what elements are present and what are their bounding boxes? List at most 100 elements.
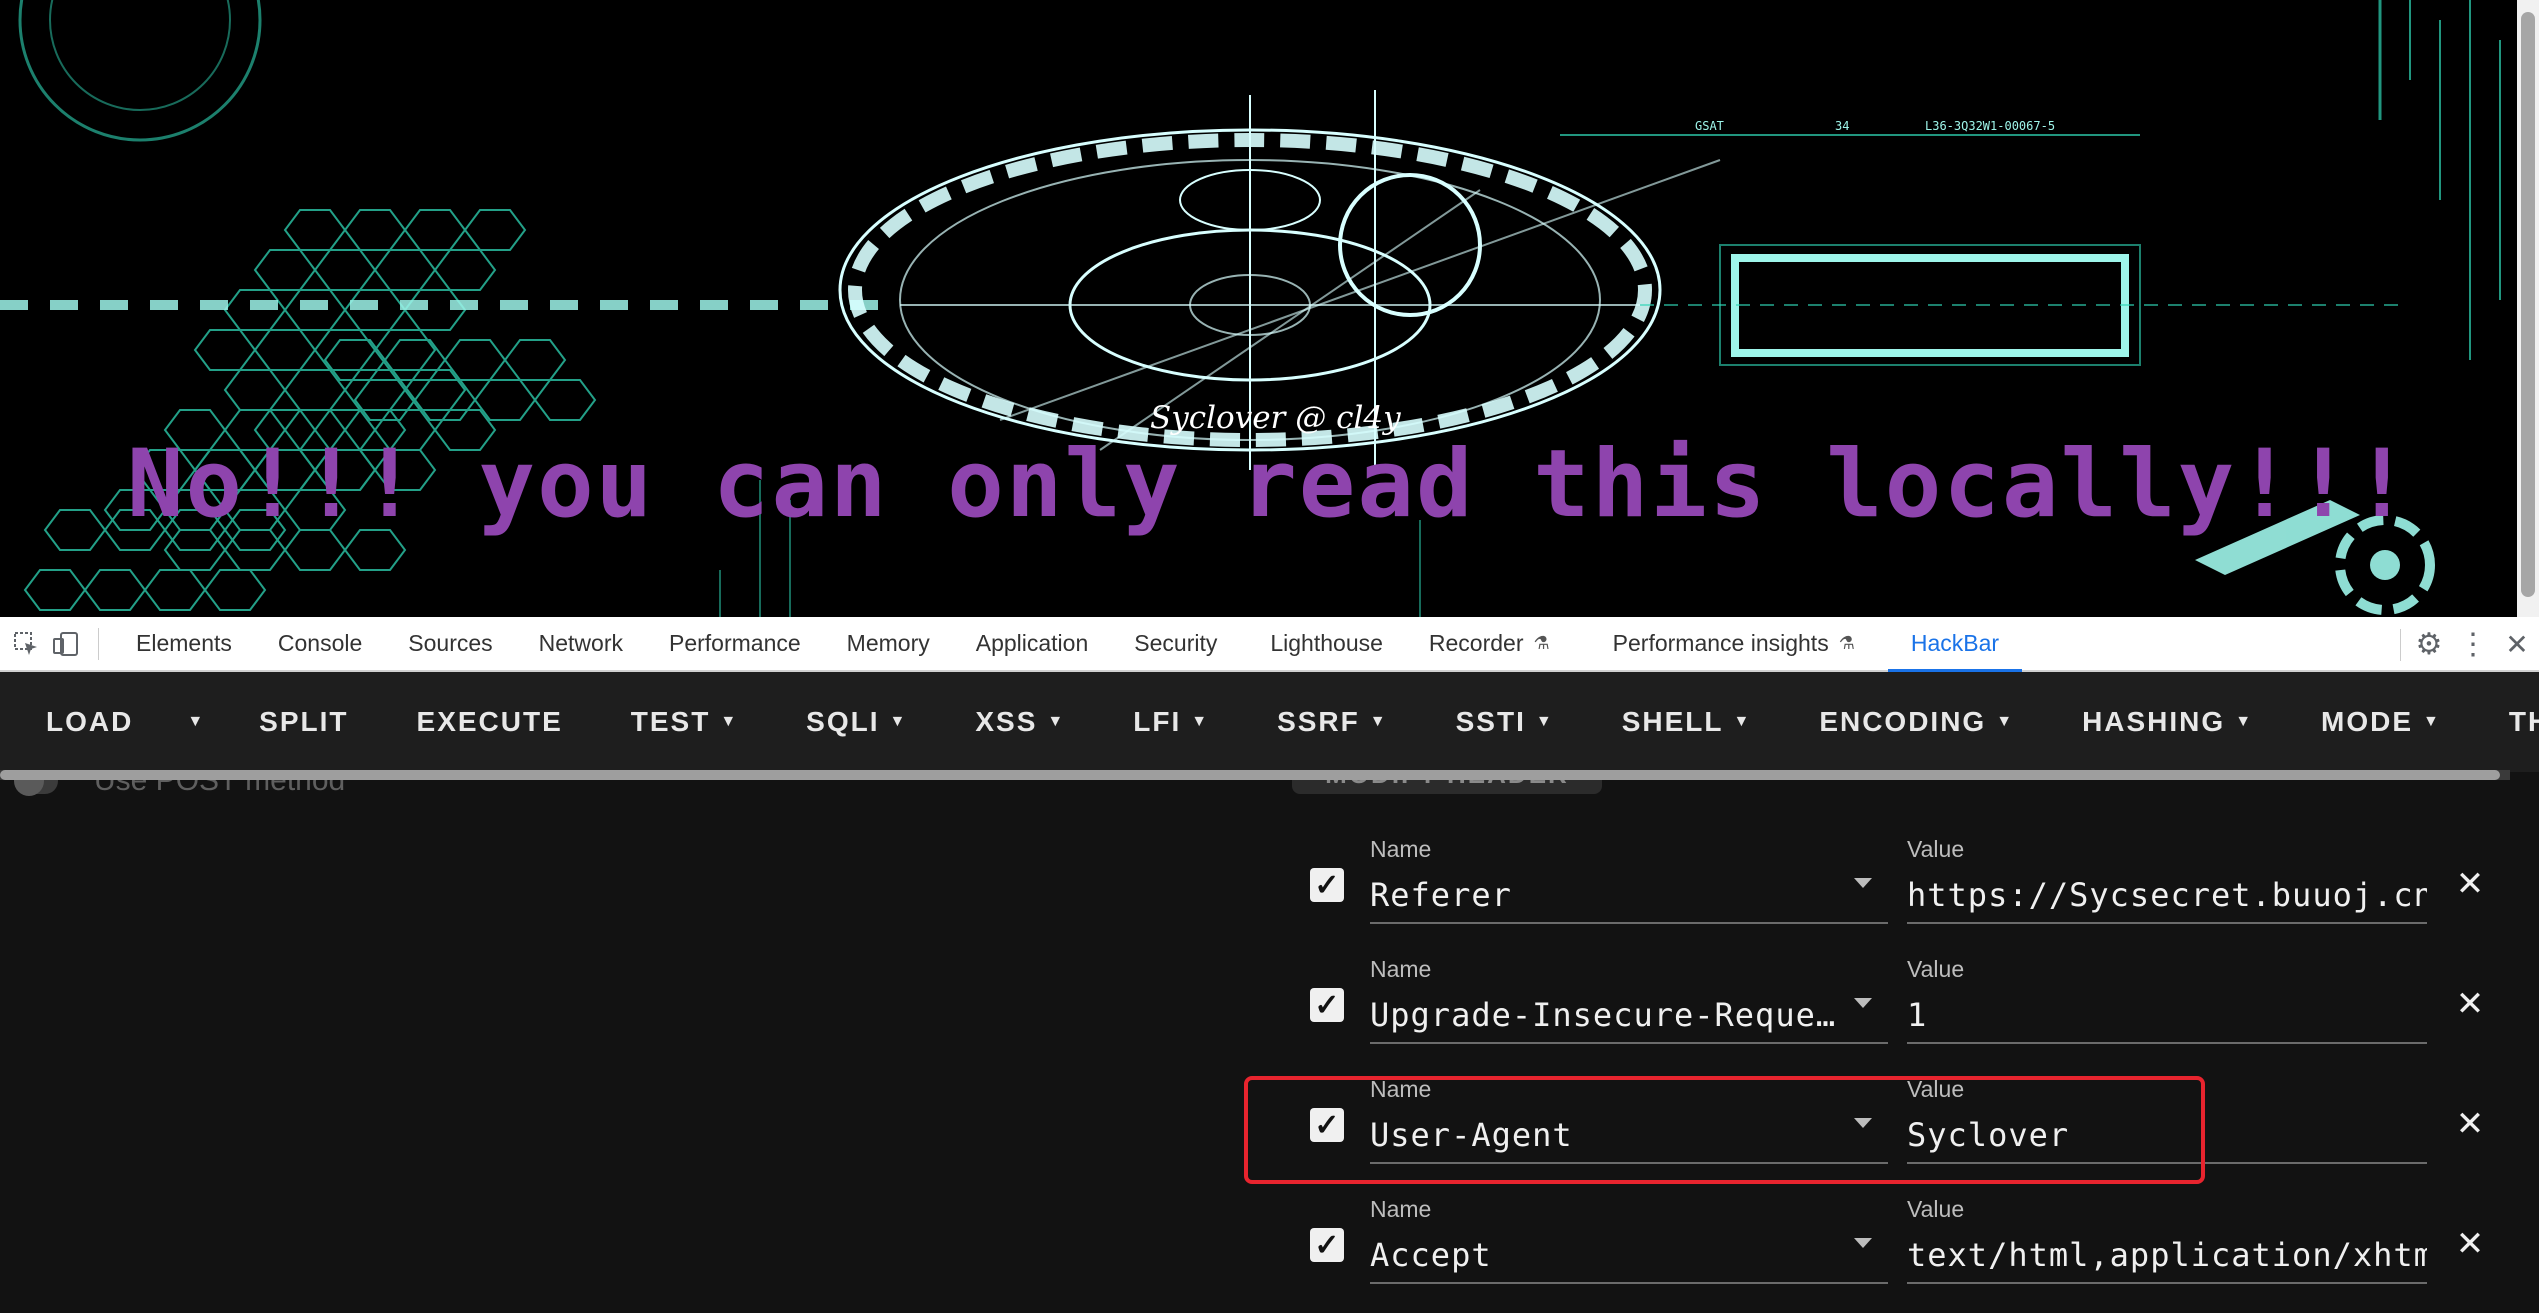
remove-header-icon[interactable]: ✕ <box>2450 864 2490 904</box>
tab-security[interactable]: Security <box>1111 616 1240 671</box>
inspect-element-icon[interactable] <box>6 624 46 664</box>
header-value-input[interactable]: text/html,application/xhtml+xml,applicat… <box>1907 1236 2427 1274</box>
remove-header-icon[interactable]: ✕ <box>2450 1104 2490 1144</box>
post-method-label: Use POST method <box>94 780 346 797</box>
chevron-down-icon: ▼ <box>1369 713 1388 730</box>
dropdown-arrow-icon[interactable] <box>1854 1238 1872 1248</box>
hackbar-horizontal-scrollbar[interactable] <box>0 770 2510 780</box>
device-toolbar-icon[interactable] <box>46 624 86 664</box>
hackbar-body: Use POST method MODIFY HEADER ✓ Name Ref… <box>0 780 2539 1313</box>
tab-sources[interactable]: Sources <box>385 616 515 671</box>
tab-memory[interactable]: Memory <box>824 616 953 671</box>
lfi-menu[interactable]: LFI ▼ <box>1099 672 1243 772</box>
tab-label: Application <box>975 630 1089 656</box>
tab-recorder[interactable]: Recorder ⚗ <box>1406 616 1573 671</box>
tab-hackbar[interactable]: HackBar <box>1887 616 2023 673</box>
header-name-field[interactable]: Name User-Agent <box>1370 1068 1888 1164</box>
header-value-input[interactable]: 1 <box>1907 996 1927 1034</box>
theme-menu[interactable]: THEME▼ <box>2475 672 2539 772</box>
chevron-down-icon: ▼ <box>889 713 908 730</box>
remove-header-icon[interactable]: ✕ <box>2450 1224 2490 1264</box>
header-enabled-checkbox[interactable]: ✓ <box>1310 868 1344 902</box>
xss-menu[interactable]: XSS ▼ <box>941 672 1099 772</box>
name-field-label: Name <box>1370 1196 1432 1222</box>
tab-console[interactable]: Console <box>255 616 385 671</box>
header-value-field[interactable]: Value https://Sycsecret.buuoj.cn <box>1907 828 2427 924</box>
encoding-menu[interactable]: ENCODING ▼ <box>1785 672 2048 772</box>
header-enabled-checkbox[interactable]: ✓ <box>1310 1228 1344 1262</box>
close-devtools-icon[interactable]: ✕ <box>2495 623 2539 667</box>
header-enabled-checkbox[interactable]: ✓ <box>1310 1108 1344 1142</box>
tab-performance-insights[interactable]: Performance insights ⚗ <box>1573 616 1878 671</box>
header-value-field[interactable]: Value 1 <box>1907 948 2427 1044</box>
header-name-field[interactable]: Name Accept <box>1370 1188 1888 1284</box>
load-button[interactable]: LOAD <box>0 672 167 772</box>
value-field-label: Value <box>1907 1196 1965 1222</box>
encoding-label: ENCODING <box>1819 706 1987 737</box>
chevron-down-icon: ▼ <box>1996 713 2015 730</box>
page-content: GSAT 34 L36-3Q32W1-00067-5 Syclover @ cl… <box>0 0 2539 617</box>
value-field-label: Value <box>1907 956 1965 982</box>
header-value-input[interactable]: Syclover <box>1907 1116 2069 1154</box>
page-scrollbar-thumb[interactable] <box>2521 12 2535 597</box>
settings-gear-icon[interactable]: ⚙ <box>2407 623 2451 667</box>
header-name-input[interactable]: Referer <box>1370 876 1840 914</box>
shell-menu[interactable]: SHELL ▼ <box>1588 672 1786 772</box>
dropdown-arrow-icon[interactable] <box>1854 1118 1872 1128</box>
split-button[interactable]: SPLIT <box>225 672 382 772</box>
test-label: TEST <box>630 706 711 737</box>
tab-label: Recorder <box>1428 630 1524 656</box>
theme-label: THEME <box>2508 706 2539 737</box>
horizontal-scrollbar-thumb[interactable] <box>0 770 2500 780</box>
chevron-down-icon: ▼ <box>1047 713 1066 730</box>
header-name-input[interactable]: User-Agent <box>1370 1116 1840 1154</box>
header-enabled-checkbox[interactable]: ✓ <box>1310 988 1344 1022</box>
toggle-track[interactable] <box>14 780 58 796</box>
chevron-down-icon: ▼ <box>2235 713 2254 730</box>
ssrf-menu[interactable]: SSRF ▼ <box>1243 672 1422 772</box>
header-value-field[interactable]: Value text/html,application/xhtml+xml,ap… <box>1907 1188 2427 1284</box>
tab-elements[interactable]: Elements <box>113 616 255 671</box>
header-name-input[interactable]: Upgrade-Insecure-Requests <box>1370 996 1840 1034</box>
dropdown-arrow-icon[interactable] <box>1854 998 1872 1008</box>
tab-label: Security <box>1134 630 1218 656</box>
tab-label: Lighthouse <box>1270 630 1383 656</box>
page-scrollbar[interactable] <box>2517 0 2539 617</box>
lfi-label: LFI <box>1133 706 1182 737</box>
page-message: No!!! you can only read this locally!!! <box>126 430 2413 539</box>
mode-menu[interactable]: MODE ▼ <box>2287 672 2475 772</box>
remove-header-icon[interactable]: ✕ <box>2450 984 2490 1024</box>
tab-lighthouse[interactable]: Lighthouse <box>1240 616 1406 671</box>
xss-label: XSS <box>975 706 1038 737</box>
name-field-label: Name <box>1370 836 1432 862</box>
tab-network[interactable]: Network <box>516 616 646 671</box>
experimental-flask-icon: ⚗ <box>1533 633 1550 653</box>
devtools-actions: ⚙ ⋮ ✕ <box>2388 617 2539 672</box>
sqli-menu[interactable]: SQLI ▼ <box>772 672 941 772</box>
post-method-toggle[interactable]: Use POST method <box>14 780 346 798</box>
chevron-down-icon: ▼ <box>1191 713 1210 730</box>
hackbar-menu: LOAD ▼ SPLIT EXECUTE TEST ▼ SQLI ▼ XSS ▼ LF… <box>0 672 2539 772</box>
tab-label: Memory <box>846 630 930 656</box>
chevron-down-icon: ▼ <box>2423 713 2441 730</box>
header-name-field[interactable]: Name Referer <box>1370 828 1888 924</box>
more-options-icon[interactable]: ⋮ <box>2451 623 2495 667</box>
header-value-field[interactable]: Value Syclover <box>1907 1068 2427 1164</box>
tab-performance[interactable]: Performance <box>646 616 824 671</box>
tab-label: Performance insights <box>1612 630 1829 656</box>
tab-label: HackBar <box>1910 630 2000 656</box>
test-menu[interactable]: TEST ▼ <box>597 672 772 772</box>
execute-button[interactable]: EXECUTE <box>383 672 597 772</box>
load-dropdown-caret-icon[interactable]: ▼ <box>167 672 225 772</box>
sqli-label: SQLI <box>806 706 880 737</box>
dropdown-arrow-icon[interactable] <box>1854 878 1872 888</box>
hashing-menu[interactable]: HASHING ▼ <box>2048 672 2287 772</box>
header-name-input[interactable]: Accept <box>1370 1236 1840 1274</box>
header-name-field[interactable]: Name Upgrade-Insecure-Requests <box>1370 948 1888 1044</box>
modify-header-button[interactable]: MODIFY HEADER <box>1292 780 1602 794</box>
header-value-input[interactable]: https://Sycsecret.buuoj.cn <box>1907 876 2427 914</box>
ssti-menu[interactable]: SSTI ▼ <box>1422 672 1588 772</box>
name-field-label: Name <box>1370 956 1432 982</box>
tab-application[interactable]: Application <box>953 616 1112 671</box>
toggle-knob[interactable] <box>14 780 44 796</box>
